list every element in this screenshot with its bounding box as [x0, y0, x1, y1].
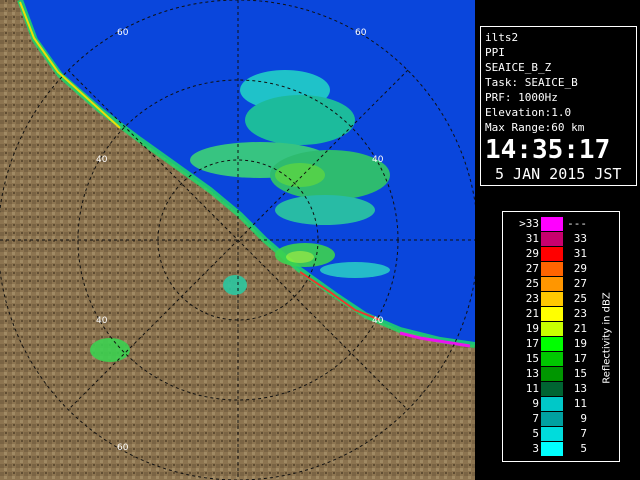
legend-color-swatch: [541, 262, 563, 276]
elevation-value: Elevation:1.0: [485, 106, 572, 119]
legend-color-swatch: [541, 442, 563, 456]
ring-label: 40: [96, 316, 108, 326]
max-range-value: Max Range:60 km: [485, 121, 585, 134]
legend-color-swatch: [541, 337, 563, 351]
scan-date: 5 JAN 2015 JST: [495, 165, 622, 183]
ring-label: 40: [96, 155, 108, 165]
ring-label: 40: [372, 316, 384, 326]
legend-lower-bound: 7: [532, 412, 539, 425]
legend-lower-bound: 13: [525, 367, 539, 380]
legend-upper-bound: 7: [580, 427, 587, 440]
legend-lower-bound: 25: [525, 277, 539, 290]
legend-upper-bound: 27: [573, 277, 587, 290]
legend-color-swatch: [541, 352, 563, 366]
legend-upper-bound: 25: [573, 292, 587, 305]
legend-color-swatch: [541, 367, 563, 381]
legend-lower-bound: 31: [525, 232, 539, 245]
legend-lower-bound: 27: [525, 262, 539, 275]
legend-color-swatch: [541, 232, 563, 246]
legend-upper-bound: 23: [573, 307, 587, 320]
legend-color-swatch: [541, 277, 563, 291]
legend-upper-bound: 13: [573, 382, 587, 395]
legend-lower-bound: 3: [532, 442, 539, 455]
product-name: SEAICE_B_Z: [485, 61, 552, 74]
legend-color-swatch: [541, 322, 563, 336]
legend-lower-bound: 17: [525, 337, 539, 350]
legend-lower-bound: 19: [525, 322, 539, 335]
legend-upper-bound: 19: [573, 337, 587, 350]
legend-color-swatch: [541, 382, 563, 396]
scan-time: 14:35:17: [485, 135, 611, 165]
legend-upper-bound: 15: [573, 367, 587, 380]
legend-title: Reflectivity in dBZ: [601, 292, 613, 384]
scan-type: PPI: [485, 46, 505, 59]
legend-upper-bound: 31: [573, 247, 587, 260]
legend-lower-bound: 15: [525, 352, 539, 365]
ring-label: 60: [355, 28, 367, 38]
ring-label: 60: [117, 443, 129, 453]
legend-upper-bound: 5: [580, 442, 587, 455]
legend-lower-bound: 21: [525, 307, 539, 320]
radar-ppi-view[interactable]: 60 40 40 40 40 60 60: [0, 0, 475, 480]
radar-info-panel: ilts2 PPI SEAICE_B_Z Task: SEAICE_B PRF:…: [480, 26, 637, 186]
radar-id: ilts2: [485, 31, 519, 44]
legend-color-swatch: [541, 397, 563, 411]
legend-lower-bound: 29: [525, 247, 539, 260]
legend-color-swatch: [541, 292, 563, 306]
legend-upper-bound: 29: [573, 262, 587, 275]
legend-color-swatch: [541, 307, 563, 321]
prf-value: PRF: 1000Hz: [485, 91, 558, 104]
legend-lower-bound: 11: [525, 382, 539, 395]
legend-upper-bound: 17: [573, 352, 587, 365]
legend-upper-bound: 11: [573, 397, 587, 410]
legend-color-swatch: [541, 217, 563, 231]
legend-color-swatch: [541, 412, 563, 426]
legend-lower-bound: 9: [532, 397, 539, 410]
legend-upper-bound: ---: [567, 217, 587, 230]
ring-label: 60: [117, 28, 129, 38]
ring-label: 40: [372, 155, 384, 165]
legend-lower-bound: 5: [532, 427, 539, 440]
legend-color-swatch: [541, 247, 563, 261]
reflectivity-legend: >33 --- 31 33 29 31 27 29 25 27 23 25 21 23 19 21 17 19 15…: [502, 211, 620, 462]
legend-upper-bound: 9: [580, 412, 587, 425]
legend-upper-bound: 33: [573, 232, 587, 245]
legend-lower-bound: >33: [519, 217, 539, 230]
legend-color-swatch: [541, 427, 563, 441]
task-name: Task: SEAICE_B: [485, 76, 578, 89]
legend-upper-bound: 21: [573, 322, 587, 335]
legend-lower-bound: 23: [525, 292, 539, 305]
